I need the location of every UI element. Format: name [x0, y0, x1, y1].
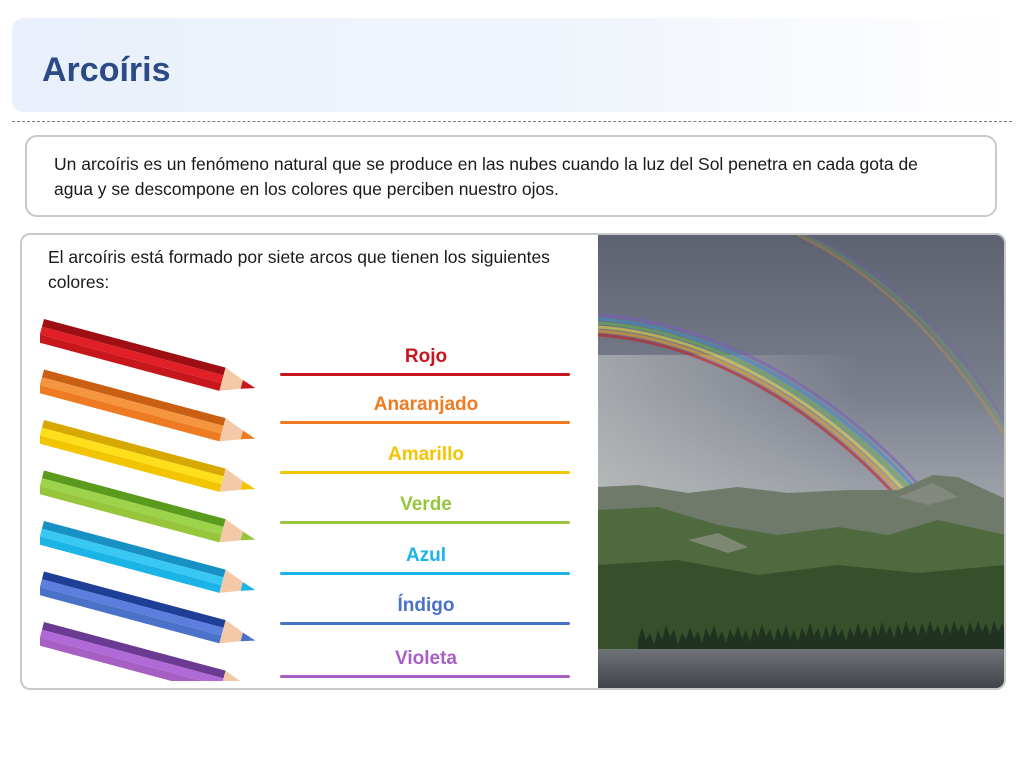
rainbow-landscape-photo	[598, 235, 1004, 688]
intro-text: Un arcoíris es un fenómeno natural que s…	[54, 154, 918, 199]
color-row-anaranjado: Anaranjado	[280, 393, 572, 433]
color-stroke	[280, 521, 570, 524]
color-label: Azul	[405, 545, 447, 566]
color-row-verde: Verde	[280, 493, 572, 533]
colors-panel: El arcoíris está formado por siete arcos…	[20, 233, 1006, 690]
color-stroke	[280, 572, 570, 575]
color-label: Verde	[400, 494, 452, 515]
color-label: Rojo	[404, 346, 448, 367]
color-label: Amarillo	[387, 444, 465, 465]
color-row-violeta: Violeta	[280, 647, 572, 687]
color-row-rojo: Rojo	[280, 345, 572, 385]
intro-box: Un arcoíris es un fenómeno natural que s…	[25, 135, 997, 217]
page-title: Arcoíris	[42, 51, 171, 89]
title-divider	[12, 121, 1012, 122]
color-stroke	[280, 421, 570, 424]
color-label: Violeta	[395, 648, 457, 669]
color-row-azul: Azul	[280, 544, 572, 584]
color-row-indigo: Índigo	[280, 594, 572, 634]
color-stroke	[280, 471, 570, 474]
color-row-amarillo: Amarillo	[280, 443, 572, 483]
color-label: Índigo	[397, 595, 455, 616]
panel-description: El arcoíris está formado por siete arcos…	[48, 247, 550, 292]
color-stroke	[280, 675, 570, 678]
color-stroke	[280, 373, 570, 376]
title-bar: Arcoíris	[12, 18, 1012, 112]
color-label: Anaranjado	[373, 394, 479, 415]
color-stroke	[280, 622, 570, 625]
pencils-illustration	[40, 319, 256, 681]
color-labels: Rojo Anaranjado Amarillo Verde Azul Índi…	[280, 335, 572, 685]
